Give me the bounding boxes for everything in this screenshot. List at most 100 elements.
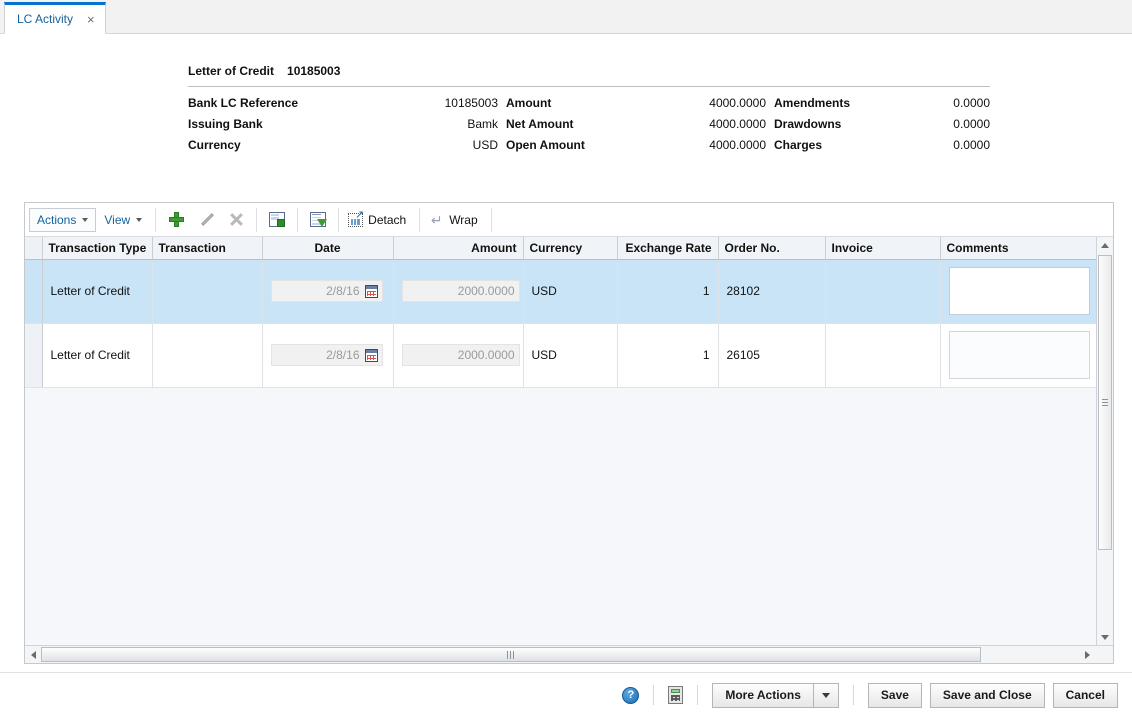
column-header-transaction-type[interactable]: Transaction Type xyxy=(42,237,153,260)
field-value-net-amount: 4000.0000 xyxy=(709,117,766,131)
scroll-right-button[interactable] xyxy=(1079,646,1095,663)
cell-invoice xyxy=(825,323,941,388)
cell-currency: USD xyxy=(523,323,618,388)
footer-separator xyxy=(653,685,655,705)
field-label-amount: Amount xyxy=(506,96,552,110)
scroll-up-button[interactable] xyxy=(1097,237,1113,253)
toolbar-separator xyxy=(155,207,157,232)
calendar-icon[interactable] xyxy=(364,348,378,362)
more-actions-dropdown-button[interactable] xyxy=(812,682,839,708)
edit-row-button[interactable] xyxy=(191,207,221,233)
cell-currency: USD xyxy=(523,259,618,324)
field-label-currency: Currency xyxy=(188,138,241,152)
scrollbar-corner xyxy=(1096,646,1113,663)
more-actions-button[interactable]: More Actions xyxy=(712,682,813,708)
table-row[interactable]: Letter of Credit 2/8/16 2000.0000 USD 1 … xyxy=(25,323,1099,388)
field-label-bank-lc-reference: Bank LC Reference xyxy=(188,96,299,110)
vertical-scroll-track[interactable] xyxy=(1097,253,1113,629)
save-and-close-button[interactable]: Save and Close xyxy=(929,682,1045,708)
scroll-down-button[interactable] xyxy=(1097,629,1113,645)
horizontal-scrollbar[interactable] xyxy=(25,645,1113,663)
field-label-drawdowns: Drawdowns xyxy=(774,117,842,131)
tab-lc-activity[interactable]: LC Activity × xyxy=(4,2,106,34)
delete-x-icon xyxy=(229,212,244,227)
chevron-down-icon xyxy=(82,217,89,222)
cell-transaction xyxy=(152,323,263,388)
date-value: 2/8/16 xyxy=(326,348,360,362)
tab-label: LC Activity xyxy=(17,12,74,26)
chevron-down-icon xyxy=(821,692,830,698)
row-gutter[interactable] xyxy=(25,259,43,324)
field-label-charges: Charges xyxy=(774,138,823,152)
date-field[interactable]: 2/8/16 xyxy=(270,280,383,302)
calculator-icon[interactable] xyxy=(668,686,684,704)
date-field[interactable]: 2/8/16 xyxy=(270,344,383,366)
amount-value: 2000.0000 xyxy=(457,348,515,362)
chevron-right-icon xyxy=(1084,650,1090,659)
field-value-amendments: 0.0000 xyxy=(953,96,990,110)
vertical-scroll-thumb[interactable] xyxy=(1098,255,1112,550)
view-menu-button[interactable]: View xyxy=(96,208,150,232)
chevron-left-icon xyxy=(30,650,36,659)
row-gutter[interactable] xyxy=(25,323,43,388)
query-by-example-button[interactable] xyxy=(303,207,333,233)
horizontal-scroll-thumb[interactable] xyxy=(41,647,981,662)
cell-transaction-type: Letter of Credit xyxy=(42,259,153,324)
help-icon[interactable]: ? xyxy=(622,686,640,704)
toolbar-separator xyxy=(256,207,258,232)
column-header-exchange-rate[interactable]: Exchange Rate xyxy=(617,237,719,260)
chevron-down-icon xyxy=(136,217,143,222)
wrap-button[interactable]: ↵ Wrap xyxy=(425,207,485,233)
field-value-issuing-bank: Bamk xyxy=(467,117,498,131)
summary-title-label: Letter of Credit xyxy=(188,64,275,78)
table-row[interactable]: Letter of Credit 2/8/16 2000.0000 USD 1 … xyxy=(25,259,1099,324)
summary-title-value: 10185003 xyxy=(287,64,341,78)
cell-exchange-rate: 1 xyxy=(617,323,719,388)
query-by-example-icon xyxy=(310,212,328,227)
calendar-icon[interactable] xyxy=(364,284,378,298)
cell-comments xyxy=(940,259,1099,324)
cell-exchange-rate: 1 xyxy=(617,259,719,324)
cancel-button[interactable]: Cancel xyxy=(1052,682,1118,708)
column-header-invoice[interactable]: Invoice xyxy=(825,237,941,260)
field-label-open-amount: Open Amount xyxy=(506,138,585,152)
export-to-excel-icon xyxy=(269,212,286,227)
field-value-amount: 4000.0000 xyxy=(709,96,766,110)
row-gutter-header xyxy=(25,237,43,260)
view-menu-label: View xyxy=(104,212,131,227)
comments-input[interactable] xyxy=(948,267,1090,315)
field-label-issuing-bank: Issuing Bank xyxy=(188,117,263,131)
field-value-currency: USD xyxy=(472,138,498,152)
lc-activity-table: Transaction Type Transaction Date Amount… xyxy=(25,237,1099,388)
wrap-label: Wrap xyxy=(449,212,478,227)
column-header-transaction[interactable]: Transaction xyxy=(152,237,263,260)
field-label-net-amount: Net Amount xyxy=(506,117,574,131)
cell-comments xyxy=(940,323,1099,388)
scroll-left-button[interactable] xyxy=(25,646,41,663)
field-value-bank-lc-reference: 10185003 xyxy=(444,96,498,110)
cell-transaction xyxy=(152,259,263,324)
column-header-date[interactable]: Date xyxy=(262,237,394,260)
column-header-currency[interactable]: Currency xyxy=(523,237,618,260)
close-icon[interactable]: × xyxy=(87,13,95,26)
table-header-row: Transaction Type Transaction Date Amount… xyxy=(25,237,1099,260)
detach-button[interactable]: Detach xyxy=(344,207,414,233)
column-header-order-no[interactable]: Order No. xyxy=(718,237,826,260)
add-row-button[interactable] xyxy=(161,207,191,233)
table-scroll-area: Transaction Type Transaction Date Amount… xyxy=(25,237,1113,663)
cell-invoice xyxy=(825,259,941,324)
export-to-excel-button[interactable] xyxy=(262,207,292,233)
actions-menu-button[interactable]: Actions xyxy=(29,207,97,232)
pencil-icon xyxy=(199,212,214,227)
toolbar-separator xyxy=(297,207,299,232)
comments-input[interactable] xyxy=(948,331,1090,379)
letter-of-credit-summary: Letter of Credit 10185003 Bank LC Refere… xyxy=(188,64,990,152)
date-value: 2/8/16 xyxy=(326,284,360,298)
save-button[interactable]: Save xyxy=(867,682,922,708)
column-header-amount[interactable]: Amount xyxy=(393,237,524,260)
delete-row-button[interactable] xyxy=(221,207,251,233)
vertical-scrollbar[interactable] xyxy=(1096,237,1113,645)
column-header-comments[interactable]: Comments xyxy=(940,237,1099,260)
amount-field[interactable]: 2000.0000 xyxy=(401,280,520,302)
amount-field[interactable]: 2000.0000 xyxy=(401,344,520,366)
